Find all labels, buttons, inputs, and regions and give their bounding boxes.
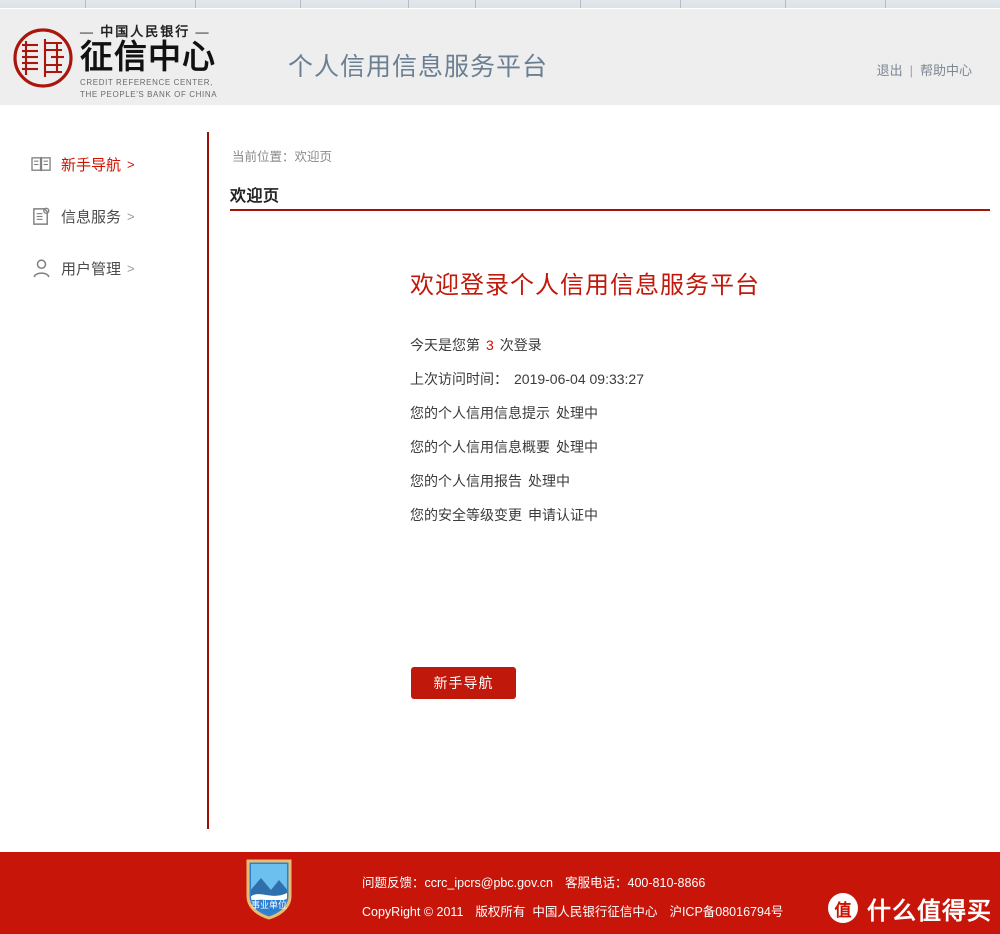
last-visit-value: 2019-06-04 09:33:27 [514,371,644,387]
main-content: 当前位置：欢迎页 欢迎页 欢迎登录个人信用信息服务平台 今天是您第 3 次登录 上次… [208,110,1000,852]
icp-license[interactable]: 沪ICP备08016794号 [669,905,783,919]
security-level-status: 申请认证中 [528,507,598,523]
tab-divider [885,0,886,8]
logo-english-line-2: THE PEOPLE'S BANK OF CHINA [80,90,218,99]
badge-text: 事业单位 [251,899,287,910]
logo-wordmark: — 中国人民银行 — 征信中心 CREDIT REFERENCE CENTER,… [80,21,260,100]
help-center-link[interactable]: 帮助中心 [920,63,972,78]
document-icon [30,204,52,228]
feedback-label: 问题反馈： [362,876,425,890]
site-footer: 事业单位 问题反馈：ccrc_ipcrs@pbc.gov.cn 客服电话：400-… [0,852,1000,934]
login-count-prefix: 今天是您第 [410,337,480,353]
browser-tab-strip[interactable] [0,0,1000,8]
logo-english-line-1: CREDIT REFERENCE CENTER, [80,78,213,87]
page-body: 新手导航 > 信息服务 > 用户管理 > 当前位置：欢迎页 欢迎页 欢迎登录个人… [0,110,1000,852]
welcome-heading: 欢迎登录个人信用信息服务平台 [410,272,760,299]
service-phone: 400-810-8866 [627,876,706,890]
security-level-status-line: 您的安全等级变更 申请认证中 [410,505,598,525]
rights-text: 版权所有 [475,905,526,919]
feedback-email[interactable]: ccrc_ipcrs@pbc.gov.cn [425,876,553,890]
credit-tip-status-line: 您的个人信用信息提示 处理中 [410,403,598,423]
login-count-value: 3 [486,337,494,353]
content-page-title: 欢迎页 [230,188,280,205]
footer-contact-line: 问题反馈：ccrc_ipcrs@pbc.gov.cn 客服电话：400-810-8… [362,869,783,898]
footer-text-block: 问题反馈：ccrc_ipcrs@pbc.gov.cn 客服电话：400-810-8… [362,869,783,927]
tab-divider [195,0,196,8]
tab-divider [408,0,409,8]
chevron-right-icon: > [127,208,135,224]
service-phone-label: 客服电话： [565,876,628,890]
book-icon [30,152,52,176]
login-count-suffix: 次登录 [499,337,542,353]
page-title-rule [230,209,990,211]
tab-divider [680,0,681,8]
sidebar-item-label: 新手导航 [61,156,122,174]
smzdm-logo-icon: 值 [828,893,858,923]
page-title: 个人信用信息服务平台 [288,53,549,81]
beginner-guide-button[interactable]: 新手导航 [411,667,516,699]
tab-divider [785,0,786,8]
chevron-right-icon: > [127,156,135,172]
sidebar: 新手导航 > 信息服务 > 用户管理 > [0,110,209,852]
government-shield-icon: 事业单位 [245,858,293,920]
sidebar-item-beginner-guide[interactable]: 新手导航 > [30,152,135,176]
tab-divider [300,0,301,8]
site-logo[interactable]: — 中国人民银行 — 征信中心 CREDIT REFERENCE CENTER,… [8,17,258,99]
credit-summary-label: 您的个人信用信息概要 [410,439,550,455]
login-count-line: 今天是您第 3 次登录 [410,335,542,355]
watermark: 值 什么值得买 [828,892,992,925]
sidebar-item-label: 信息服务 [61,208,122,226]
tab-divider [475,0,476,8]
last-visit-label: 上次访问时间： [410,371,508,387]
logout-link[interactable]: 退出 [877,63,903,78]
owner-text: 中国人民银行征信中心 [532,905,658,919]
last-visit-line: 上次访问时间： 2019-06-04 09:33:27 [410,369,644,389]
header-links: 退出 | 帮助中心 [877,60,972,79]
user-icon [30,256,52,280]
site-header: — 中国人民银行 — 征信中心 CREDIT REFERENCE CENTER,… [0,9,1000,119]
credit-report-status: 处理中 [528,473,570,489]
sidebar-item-information-service[interactable]: 信息服务 > [30,204,135,228]
chevron-right-icon: > [127,260,135,276]
logo-main-text: 征信中心 [80,40,216,76]
watermark-text: 什么值得买 [867,897,992,925]
credit-summary-status-line: 您的个人信用信息概要 处理中 [410,437,598,457]
logo-top-line: — 中国人民银行 — [80,24,211,39]
tab-strip-background [0,0,1000,8]
sidebar-item-label: 用户管理 [61,260,122,278]
breadcrumb: 当前位置：欢迎页 [232,150,333,164]
sidebar-item-user-management[interactable]: 用户管理 > [30,256,135,280]
footer-copyright-line: CopyRight © 2011 版权所有 中国人民银行征信中心 沪ICP备08016… [362,898,783,927]
credit-report-label: 您的个人信用报告 [410,473,522,489]
tab-divider [85,0,86,8]
security-level-label: 您的安全等级变更 [410,507,522,523]
credit-report-status-line: 您的个人信用报告 处理中 [410,471,570,491]
bank-seal-icon [12,27,74,89]
credit-tip-label: 您的个人信用信息提示 [410,405,550,421]
credit-summary-status: 处理中 [556,439,598,455]
copyright-text: CopyRight © 2011 [362,905,464,919]
link-separator: | [909,63,913,78]
tab-divider [580,0,581,8]
credit-tip-status: 处理中 [556,405,598,421]
